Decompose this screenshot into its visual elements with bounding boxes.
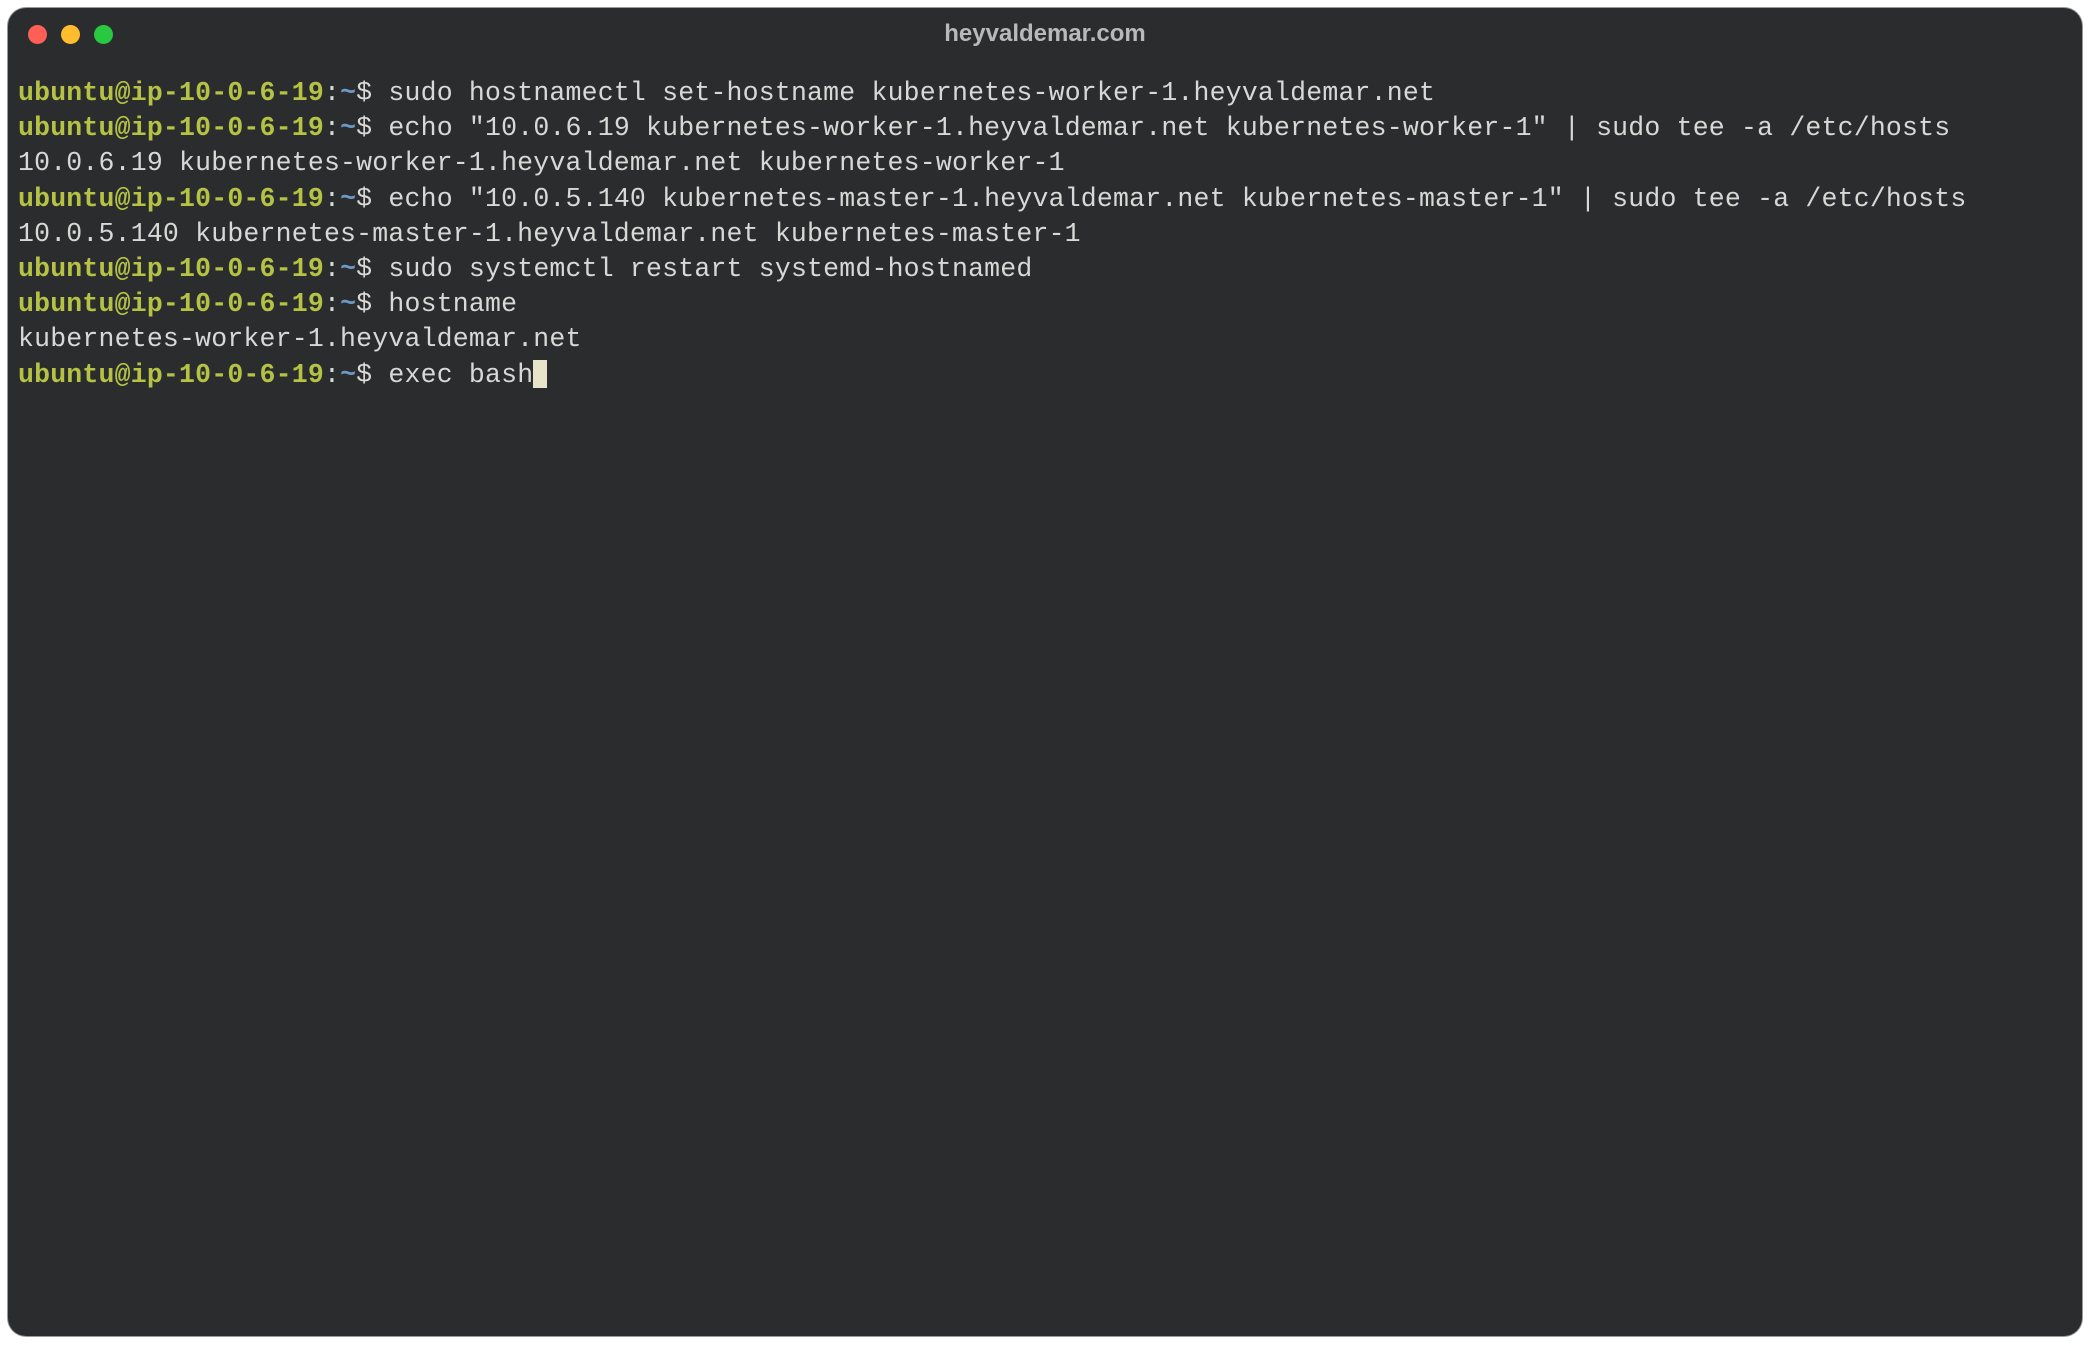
prompt-sigil: $: [356, 289, 388, 319]
command-text: echo "10.0.5.140 kubernetes-master-1.hey…: [388, 184, 1966, 214]
prompt-user-host: ubuntu@ip-10-0-6-19: [18, 113, 324, 143]
prompt-sigil: $: [356, 360, 388, 390]
prompt-user-host: ubuntu@ip-10-0-6-19: [18, 289, 324, 319]
terminal-window: heyvaldemar.com ubuntu@ip-10-0-6-19:~$ s…: [8, 8, 2082, 1336]
zoom-button[interactable]: [94, 25, 113, 44]
prompt-path: ~: [340, 360, 356, 390]
prompt-path: ~: [340, 78, 356, 108]
prompt-sigil: $: [356, 184, 388, 214]
output-text: kubernetes-worker-1.heyvaldemar.net: [18, 324, 582, 354]
close-button[interactable]: [28, 25, 47, 44]
prompt-sigil: $: [356, 78, 388, 108]
prompt-sigil: $: [356, 113, 388, 143]
prompt-separator: :: [324, 360, 340, 390]
prompt-user-host: ubuntu@ip-10-0-6-19: [18, 78, 324, 108]
command-text: hostname: [388, 289, 517, 319]
command-text: echo "10.0.6.19 kubernetes-worker-1.heyv…: [388, 113, 1950, 143]
traffic-lights: [28, 25, 113, 44]
prompt-separator: :: [324, 113, 340, 143]
minimize-button[interactable]: [61, 25, 80, 44]
prompt-user-host: ubuntu@ip-10-0-6-19: [18, 360, 324, 390]
output-text: 10.0.5.140 kubernetes-master-1.heyvaldem…: [18, 219, 1081, 249]
window-title: heyvaldemar.com: [8, 20, 2082, 48]
command-text: exec bash: [388, 360, 533, 390]
prompt-path: ~: [340, 184, 356, 214]
output-text: 10.0.6.19 kubernetes-worker-1.heyvaldema…: [18, 148, 1065, 178]
prompt-separator: :: [324, 254, 340, 284]
prompt-user-host: ubuntu@ip-10-0-6-19: [18, 254, 324, 284]
command-text: sudo hostnamectl set-hostname kubernetes…: [388, 78, 1435, 108]
prompt-separator: :: [324, 289, 340, 319]
prompt-path: ~: [340, 113, 356, 143]
prompt-user-host: ubuntu@ip-10-0-6-19: [18, 184, 324, 214]
prompt-separator: :: [324, 184, 340, 214]
prompt-separator: :: [324, 78, 340, 108]
terminal-body[interactable]: ubuntu@ip-10-0-6-19:~$ sudo hostnamectl …: [8, 60, 2082, 403]
command-text: sudo systemctl restart systemd-hostnamed: [388, 254, 1032, 284]
cursor-icon: [533, 360, 547, 388]
titlebar: heyvaldemar.com: [8, 8, 2082, 60]
prompt-sigil: $: [356, 254, 388, 284]
prompt-path: ~: [340, 289, 356, 319]
prompt-path: ~: [340, 254, 356, 284]
